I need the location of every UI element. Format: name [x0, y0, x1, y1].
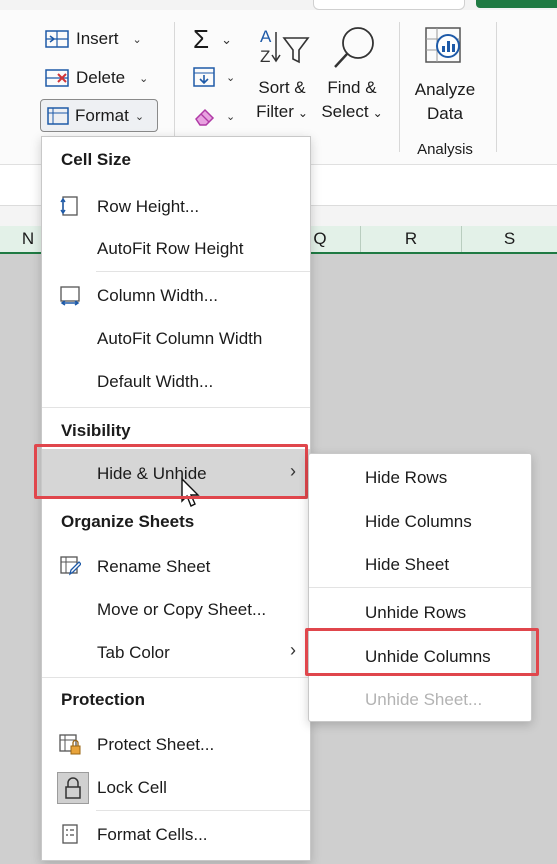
fill-button[interactable]: ⌄: [192, 66, 235, 88]
section-visibility: Visibility: [61, 421, 131, 440]
submenu-divider: [309, 587, 531, 588]
column-header-s[interactable]: S: [462, 226, 557, 252]
sort-filter-label-1: Sort &: [258, 78, 306, 97]
format-label: Format: [75, 106, 129, 125]
menu-item-autofit-column-width[interactable]: AutoFit Column Width: [42, 321, 310, 357]
eraser-icon: [195, 108, 215, 126]
chevron-down-icon: ⌄: [226, 71, 236, 84]
autosum-button[interactable]: Σ ⌄: [193, 24, 232, 55]
svg-text:Z: Z: [260, 47, 270, 66]
hide-unhide-submenu: Hide Rows Hide Columns Hide Sheet Unhide…: [308, 453, 532, 722]
submenu-item-unhide-rows[interactable]: Unhide Rows: [365, 603, 466, 623]
delete-label: Delete: [76, 68, 126, 87]
submenu-item-unhide-sheet: Unhide Sheet...: [365, 690, 483, 709]
svg-text:A: A: [260, 27, 272, 46]
sort-filter-label-2: Filter ⌄: [256, 102, 308, 121]
menu-item-tab-color[interactable]: Tab Color ›: [42, 635, 310, 671]
menu-divider: [96, 810, 310, 811]
menu-item-protect-sheet[interactable]: Protect Sheet...: [42, 727, 310, 763]
format-cells-label: Format Cells...: [97, 825, 208, 844]
find-select-label-2: Select ⌄: [321, 102, 383, 121]
rename-sheet-icon: [60, 556, 81, 576]
analysis-group-label: Analysis: [417, 141, 473, 158]
chevron-down-icon: ⌄: [132, 33, 142, 46]
sort-filter-icon: A Z: [260, 27, 310, 66]
menu-item-column-width[interactable]: Column Width...: [42, 278, 310, 314]
section-cell-size: Cell Size: [61, 150, 131, 169]
analyze-label-2: Data: [427, 104, 463, 123]
submenu-item-hide-sheet[interactable]: Hide Sheet: [365, 555, 449, 575]
group-divider: [174, 22, 175, 152]
row-height-label: Row Height...: [97, 197, 200, 216]
analyze-data-icon: [425, 27, 461, 63]
delete-cells-icon: [45, 69, 69, 87]
group-divider: [496, 22, 497, 152]
row-height-icon: [60, 196, 78, 216]
insert-button[interactable]: Insert ⌄: [44, 28, 142, 50]
sigma-icon: Σ: [193, 24, 210, 54]
column-header-r[interactable]: R: [361, 226, 462, 252]
menu-divider: [42, 677, 310, 678]
menu-item-row-height[interactable]: Row Height...: [42, 189, 310, 225]
analyze-data-button[interactable]: Analyze Data: [408, 22, 482, 126]
menu-item-rename-sheet[interactable]: Rename Sheet: [42, 549, 310, 585]
fill-down-icon: [193, 67, 215, 87]
default-width-label: Default Width...: [97, 372, 214, 391]
sort-filter-button[interactable]: A Z Sort & Filter ⌄: [250, 24, 314, 128]
chevron-down-icon: ⌄: [139, 72, 149, 85]
format-cells-dialog-icon: [62, 824, 78, 844]
rename-sheet-label: Rename Sheet: [97, 557, 211, 576]
title-strip: [0, 0, 557, 10]
menu-item-autofit-row-height[interactable]: AutoFit Row Height: [42, 231, 310, 267]
format-button-content: Format ⌄: [46, 105, 144, 127]
autofit-col-label: AutoFit Column Width: [97, 329, 263, 348]
menu-divider: [96, 271, 310, 272]
autofit-row-label: AutoFit Row Height: [97, 239, 244, 258]
format-cells-icon: [47, 107, 69, 125]
move-copy-label: Move or Copy Sheet...: [97, 600, 267, 619]
section-protection: Protection: [61, 690, 146, 709]
tab-color-label: Tab Color: [97, 643, 170, 662]
share-button[interactable]: [476, 0, 557, 8]
protect-sheet-label: Protect Sheet...: [97, 735, 215, 754]
menu-item-move-copy-sheet[interactable]: Move or Copy Sheet...: [42, 592, 310, 628]
highlight-hide-unhide: [34, 444, 308, 499]
lock-icon: [65, 777, 81, 799]
delete-button[interactable]: Delete ⌄: [44, 67, 148, 89]
lock-cell-label: Lock Cell: [97, 778, 167, 797]
insert-label: Insert: [76, 29, 119, 48]
submenu-item-hide-rows[interactable]: Hide Rows: [365, 468, 447, 488]
menu-item-lock-cell[interactable]: Lock Cell: [42, 770, 310, 806]
chevron-right-icon: ›: [290, 640, 296, 660]
search-box[interactable]: [313, 0, 465, 10]
chevron-down-icon: ⌄: [134, 110, 145, 123]
group-divider: [399, 22, 400, 152]
section-organize-sheets: Organize Sheets: [61, 512, 195, 531]
column-width-label: Column Width...: [97, 286, 218, 305]
menu-item-default-width[interactable]: Default Width...: [42, 364, 310, 400]
highlight-unhide-columns: [305, 628, 539, 676]
protect-sheet-icon: [59, 734, 81, 755]
submenu-item-hide-columns[interactable]: Hide Columns: [365, 512, 472, 532]
lock-cell-icon-frame: [57, 772, 89, 804]
menu-item-format-cells[interactable]: Format Cells...: [42, 817, 310, 853]
chevron-down-icon: ⌄: [221, 31, 232, 47]
chevron-down-icon: ⌄: [226, 110, 236, 123]
menu-divider: [42, 407, 310, 408]
analyze-label-1: Analyze: [414, 80, 476, 99]
find-select-label-1: Find &: [327, 78, 377, 97]
clear-button[interactable]: ⌄: [192, 105, 235, 127]
column-width-icon: [60, 286, 80, 306]
insert-cells-icon: [45, 30, 69, 48]
find-select-button[interactable]: Find & Select ⌄: [317, 22, 387, 126]
magnifier-icon: [334, 27, 374, 68]
